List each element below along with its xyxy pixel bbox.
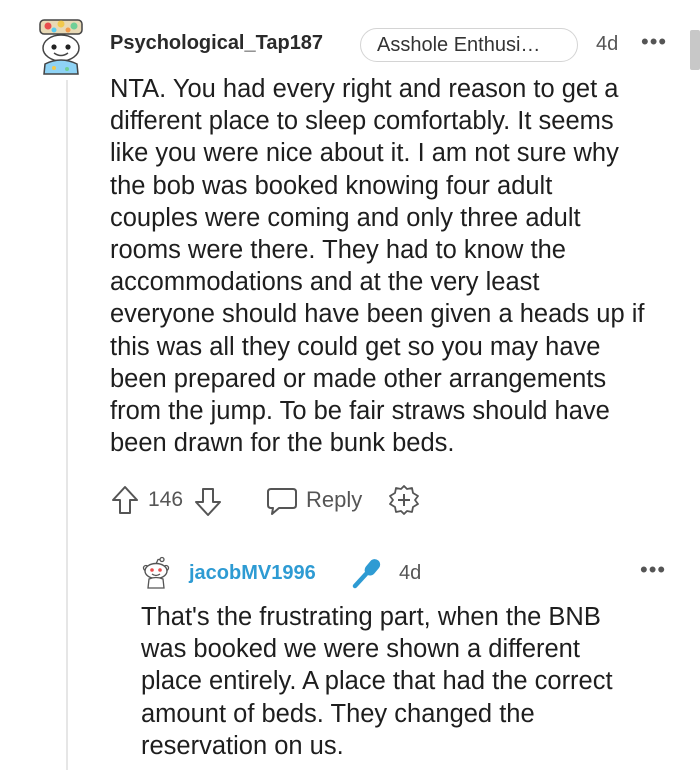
microphone-icon (352, 559, 381, 589)
reply-button[interactable]: Reply (306, 487, 362, 513)
reply-body: That's the frustrating part, when the BN… (141, 603, 613, 760)
arrow-up-icon[interactable] (110, 484, 140, 516)
arrow-down-icon[interactable] (193, 486, 223, 518)
comment-username[interactable]: Psychological_Tap187 (110, 32, 323, 55)
scrollbar[interactable] (690, 30, 700, 70)
user-flair: Asshole Enthusi… (360, 28, 578, 62)
avatar[interactable] (32, 18, 90, 76)
snoo-avatar-icon[interactable] (140, 556, 172, 590)
reply-username[interactable]: jacobMV1996 (189, 562, 316, 585)
thread-line (66, 80, 68, 770)
comment-body: NTA. You had every right and reason to g… (110, 75, 645, 458)
vote-count: 146 (148, 488, 184, 511)
speech-bubble-icon[interactable] (266, 486, 298, 516)
comment-age: 4d (596, 33, 619, 55)
reply-more-options-icon[interactable]: ••• (640, 557, 666, 583)
more-options-icon[interactable]: ••• (641, 29, 667, 55)
reply-age: 4d (399, 562, 422, 584)
comment-action-bar: 146 Reply (0, 484, 700, 518)
award-plus-icon[interactable] (388, 484, 420, 516)
